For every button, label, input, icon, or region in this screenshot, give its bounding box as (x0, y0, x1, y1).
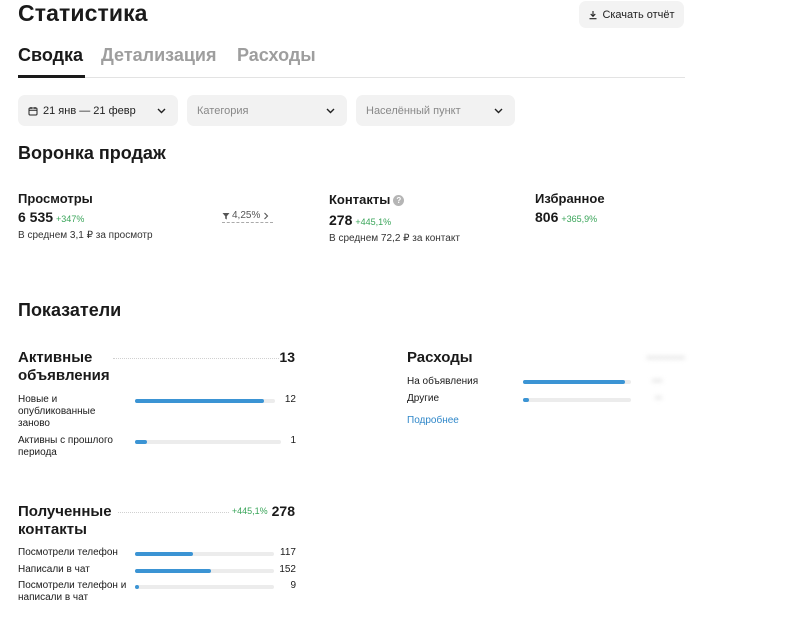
row-value-hidden: •• (655, 393, 663, 404)
row-label: Написали в чат (18, 564, 90, 575)
progress-track (135, 440, 281, 444)
progress-track (135, 585, 274, 589)
expenses-total-hidden: ••••••••••• (646, 352, 685, 364)
category-placeholder: Категория (197, 104, 249, 117)
row-label: Новые и опубликованные заново (18, 394, 96, 429)
active-tab-indicator (18, 75, 85, 78)
download-report-button[interactable]: Скачать отчёт (579, 1, 684, 28)
contacts-title: Полученные контакты (18, 503, 112, 538)
tab-summary[interactable]: Сводка (18, 45, 83, 66)
date-range-select[interactable]: 21 янв — 21 февр (18, 95, 178, 126)
metric-value: 806 (535, 209, 559, 225)
row-value: 1 (290, 435, 296, 446)
row-value: 12 (284, 394, 296, 405)
conversion-value: 4,25% (232, 210, 261, 221)
expenses-card: Расходы ••••••••••• (407, 349, 685, 367)
row-label: Посмотрели телефон и написали в чат (18, 580, 127, 603)
progress-track (135, 552, 274, 556)
contacts-change: +445,1% (231, 506, 268, 516)
metric-label: Избранное (535, 191, 605, 206)
row-label: Другие (407, 393, 440, 404)
metric-label: Просмотры (18, 191, 93, 206)
download-icon (589, 10, 597, 19)
row-value: 117 (280, 547, 296, 558)
row-value: 152 (279, 564, 296, 575)
progress-track (523, 380, 631, 384)
metric-favorites: Избранное 806 +365,9% (535, 191, 605, 227)
metric-change: +365,9% (561, 214, 598, 224)
progress-fill (135, 399, 264, 403)
active-listings-total: 13 (279, 349, 295, 365)
progress-fill (135, 585, 140, 589)
row-label: Активны с прошлого периода (18, 435, 113, 458)
progress-track (523, 398, 631, 402)
progress-fill (135, 552, 194, 556)
metric-subtext: В среднем 72,2 ₽ за контакт (329, 233, 460, 244)
tab-details[interactable]: Детализация (101, 45, 217, 66)
metric-change: +445,1% (355, 217, 392, 227)
active-listings-title: Активные объявления (18, 349, 110, 384)
conversion-link[interactable]: 4,25% (222, 210, 273, 223)
tab-bar: Сводка Детализация Расходы (18, 44, 685, 78)
city-placeholder: Населённый пункт (366, 104, 461, 117)
progress-fill (135, 440, 147, 444)
progress-track (135, 399, 275, 403)
chevron-right-icon (264, 212, 269, 219)
progress-fill (135, 569, 212, 573)
city-select[interactable]: Населённый пункт (356, 95, 515, 126)
more-details-link[interactable]: Подробнее (407, 415, 459, 426)
metric-subtext: В среднем 3,1 ₽ за просмотр (18, 230, 153, 241)
metric-value: 278 (329, 212, 353, 228)
chevron-down-icon (494, 108, 503, 114)
progress-fill (523, 380, 625, 384)
progress-fill (523, 398, 530, 402)
chevron-down-icon (326, 108, 335, 114)
metric-value: 6 535 (18, 209, 54, 225)
metric-change: +347% (56, 214, 85, 224)
download-button-label: Скачать отчёт (602, 8, 675, 21)
row-label: На объявления (407, 376, 479, 387)
row-label: Посмотрели телефон (18, 547, 118, 558)
category-select[interactable]: Категория (187, 95, 347, 126)
funnel-icon (222, 212, 230, 219)
active-listings-card: Активные объявления 13 (18, 349, 295, 385)
row-value-hidden: ••• (652, 376, 663, 387)
row-value: 9 (290, 580, 296, 591)
metric-contacts: Контакты? 278 +445,1% В среднем 72,2 ₽ за… (329, 191, 460, 244)
date-range-value: 21 янв — 21 февр (43, 104, 136, 117)
metric-views: Просмотры 6 535 +347% В среднем 3,1 ₽ за … (18, 191, 153, 241)
calendar-icon (28, 106, 38, 115)
metric-label: Контакты (329, 192, 391, 207)
help-icon[interactable]: ? (393, 195, 405, 206)
chevron-down-icon (157, 108, 166, 114)
indicators-title: Показатели (18, 300, 122, 320)
contacts-total: 278 (271, 503, 295, 519)
expenses-title: Расходы (407, 349, 473, 366)
tab-expenses[interactable]: Расходы (237, 45, 316, 66)
progress-track (135, 569, 274, 573)
funnel-title: Воронка продаж (18, 143, 166, 163)
page-title: Статистика (18, 0, 148, 26)
contacts-card: Полученные контакты +445,1% 278 (18, 503, 295, 539)
